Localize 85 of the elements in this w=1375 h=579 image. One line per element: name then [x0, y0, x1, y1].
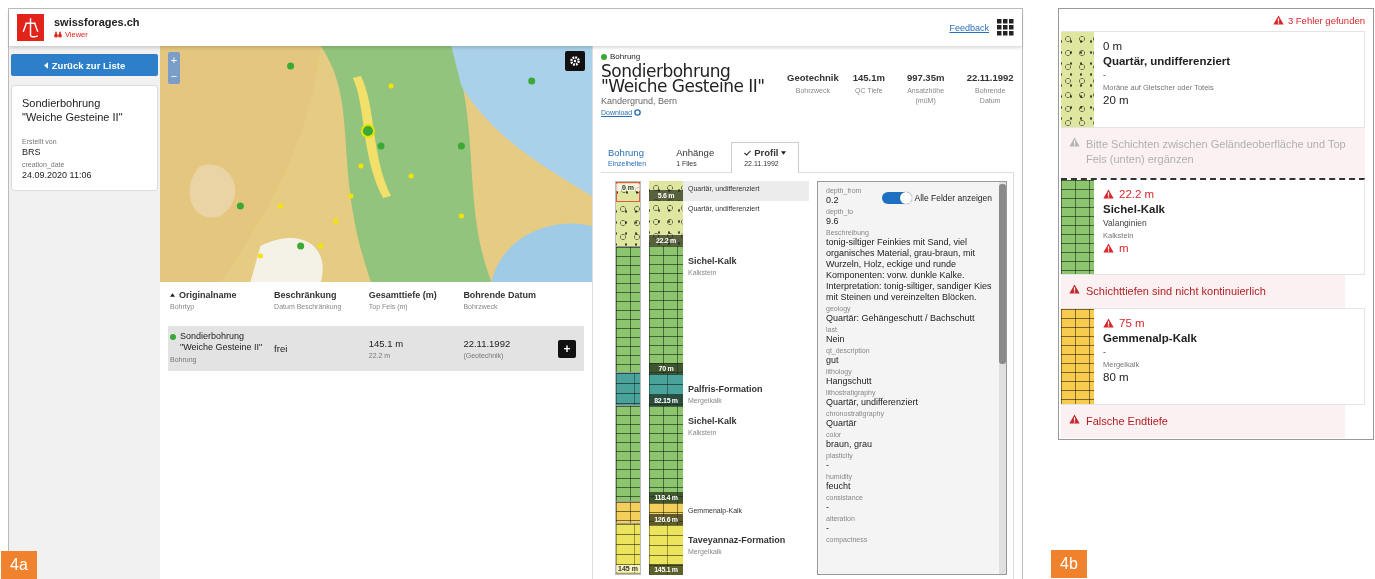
table-cell-text: frei [274, 343, 289, 354]
overview-segment[interactable] [616, 405, 640, 502]
validation-message: Schichttiefen sind nicht kontinuierlich [1061, 275, 1345, 308]
download-icon[interactable] [634, 109, 642, 116]
column-header[interactable]: Gesamttiefe (m) [368, 290, 437, 300]
error-summary: 3 Fehler gefunden [1287, 14, 1365, 26]
field-value: - [826, 502, 829, 513]
overview-segment[interactable] [616, 202, 640, 247]
borehole-kind: Bohrung [610, 52, 641, 61]
field-value: Hangschutt [826, 376, 872, 387]
layer-name: Gemmenalp-Kalk [1103, 332, 1197, 344]
overview-segment[interactable] [616, 524, 640, 574]
layer-name: Sichel-Kalk [688, 255, 738, 266]
field-value: 24.09.2020 11:06 [22, 170, 93, 180]
field-value: - [826, 460, 829, 471]
sort-caret-icon [170, 293, 175, 297]
check-icon [744, 149, 752, 156]
field-value: tonig-siltiger Feinkies mit Sand, viel organisches Material, grau-braun, mit Wurzeln, Holz, eckige und runde Komponenten: vorw. dunkle Kalke. Interpretation: tonig-siltiger, sandiger Kies mit Steinen und vereinzelten Blöcken. [826, 237, 992, 303]
validation-message: Bitte Schichten zwischen Geländeoberfläche und Top Fels (unten) ergänzen [1061, 128, 1365, 178]
layer-chronostratigraphy: Valanginien [1103, 218, 1148, 228]
borehole-title: Sondierbohrung "Weiche Gesteine II" [22, 96, 124, 124]
borehole-title: Sondierbohrung "Weiche Gesteine II" [601, 64, 766, 94]
validation-message: Falsche Endtiefe [1061, 405, 1345, 438]
depth-value: 0 m [1103, 40, 1123, 52]
table-cell-text: 22.11.1992 [463, 338, 512, 349]
toggle-switch[interactable] [881, 192, 912, 204]
warning-icon [1069, 284, 1080, 294]
field-value: feucht [826, 481, 851, 492]
toggle-label: Alle Felder anzeigen [914, 193, 992, 203]
overview-segment[interactable] [616, 182, 640, 202]
add-button[interactable]: + [558, 339, 576, 358]
layer-name: Palfris-Formation [688, 383, 764, 394]
depth-value: 20 m [1103, 94, 1129, 106]
layer-name: Sichel-Kalk [1103, 203, 1165, 215]
location-text: Kandergrund, Bern [601, 96, 679, 106]
field-value: Quartär, undifferenziert [826, 397, 918, 408]
field-value: 9.6 [826, 216, 839, 227]
table-cell-text: 145.1 m [368, 338, 405, 349]
stat-value: Geotechnik [787, 72, 839, 83]
column-header[interactable]: Originalname [179, 290, 237, 300]
layer-chronostratigraphy: - [1103, 70, 1107, 80]
caret-icon [43, 61, 48, 69]
feedback-link[interactable]: Feedback [949, 22, 989, 33]
warning-icon [1069, 137, 1080, 147]
stat-value: 22.11.1992 [966, 72, 1014, 83]
depth-value: m [1119, 242, 1129, 254]
warning-icon [1069, 414, 1080, 424]
figure-label: 4a [1, 551, 37, 579]
caret-icon [781, 150, 787, 155]
settings-icon [569, 55, 581, 67]
back-to-list-button[interactable]: Zurück zur Liste [11, 54, 158, 76]
field-value: braun, grau [826, 439, 873, 450]
table-cell: Sondierbohrung "Weiche Gesteine II" [180, 331, 263, 353]
stat-value: 997.35m [906, 72, 945, 83]
overview-segment[interactable] [616, 246, 640, 373]
scrollbar[interactable] [999, 182, 1006, 574]
field-value: 0.2 [826, 195, 839, 206]
warning-icon [1103, 318, 1114, 328]
layer-name: Sichel-Kalk [688, 416, 738, 427]
settings-button[interactable] [565, 51, 585, 71]
layer-name: Taveyannaz-Formation [688, 535, 787, 546]
column-header[interactable]: Beschränkung [274, 290, 337, 300]
field-value: Quartär [826, 418, 857, 429]
layer-name: Quartär, undifferenziert [1103, 55, 1231, 67]
warning-icon [1272, 15, 1284, 25]
figure-label: 4b [1051, 550, 1087, 578]
apps-grid-icon[interactable] [997, 19, 1014, 36]
stat-value: 145.1m [852, 72, 885, 83]
column-header[interactable]: Bohrende Datum [463, 290, 536, 300]
depth-value: 75 m [1119, 317, 1145, 329]
site-title: swissforages.ch [54, 16, 140, 28]
field-value: BRS [22, 147, 42, 157]
binoculars-icon [54, 31, 62, 38]
depth-value: 22.2 m [1119, 188, 1155, 200]
field-value: Quartär: Gehängeschutt / Bachschutt [826, 313, 975, 324]
logo-icon [17, 14, 44, 41]
layer-chronostratigraphy: - [1103, 347, 1107, 357]
overview-segment[interactable] [616, 372, 640, 406]
warning-icon [1103, 189, 1114, 199]
field-value: Nein [826, 334, 845, 345]
depth-value: 80 m [1103, 371, 1129, 383]
warning-icon [1103, 243, 1114, 253]
field-value: - [826, 523, 829, 534]
field-value: gut [826, 355, 839, 366]
overview-segment[interactable] [616, 501, 640, 525]
